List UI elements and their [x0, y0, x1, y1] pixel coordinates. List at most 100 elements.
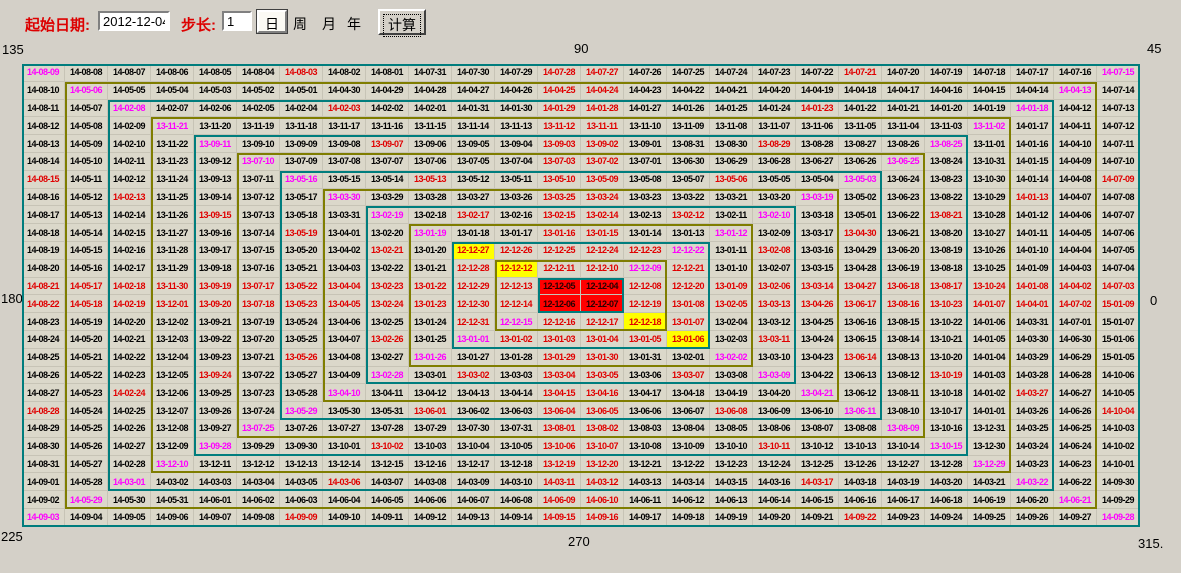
grid-cell: 13-02-18 — [409, 206, 452, 224]
grid-cell: 13-05-12 — [452, 171, 495, 189]
grid-cell: 13-08-27 — [839, 135, 882, 153]
grid-cell: 14-05-06 — [65, 82, 108, 100]
grid-cell: 14-06-18 — [925, 491, 968, 509]
grid-cell: 12-12-23 — [624, 242, 667, 260]
grid-cell: 14-01-04 — [968, 349, 1011, 367]
grid-cell: 14-01-07 — [968, 295, 1011, 313]
grid-cell: 12-12-14 — [495, 295, 538, 313]
grid-cell: 14-07-27 — [581, 64, 624, 82]
grid-cell: 13-07-04 — [495, 153, 538, 171]
grid-cell: 14-03-21 — [968, 473, 1011, 491]
grid-cell: 13-11-16 — [366, 117, 409, 135]
grid-cell: 13-11-03 — [925, 117, 968, 135]
grid-cell: 13-01-04 — [581, 331, 624, 349]
grid-cell: 13-01-15 — [581, 224, 624, 242]
grid-cell: 14-03-19 — [882, 473, 925, 491]
grid-cell: 13-10-25 — [968, 260, 1011, 278]
grid-cell: 14-07-01 — [1054, 313, 1097, 331]
grid-cell: 14-01-24 — [753, 100, 796, 118]
grid-cell: 14-03-20 — [925, 473, 968, 491]
grid-cell: 14-01-15 — [1011, 153, 1054, 171]
grid-cell: 14-07-19 — [925, 64, 968, 82]
grid-cell: 12-12-17 — [581, 313, 624, 331]
grid-cell: 12-12-08 — [624, 278, 667, 296]
grid-cell: 12-12-31 — [452, 313, 495, 331]
grid-cell: 14-10-01 — [1097, 456, 1140, 474]
grid-cell: 14-02-10 — [108, 135, 151, 153]
start-date-input[interactable] — [98, 11, 170, 31]
unit-week-button[interactable]: 周 — [293, 14, 307, 34]
grid-cell: 13-02-25 — [366, 313, 409, 331]
grid-cell: 14-08-24 — [22, 331, 65, 349]
grid-cell: 13-09-16 — [194, 224, 237, 242]
grid-cell: 13-10-04 — [452, 438, 495, 456]
grid-cell: 13-09-26 — [194, 402, 237, 420]
grid-cell: 13-08-13 — [882, 349, 925, 367]
grid-cell: 14-02-17 — [108, 260, 151, 278]
grid-cell: 14-06-16 — [839, 491, 882, 509]
grid-cell: 13-12-14 — [323, 456, 366, 474]
grid-cell: 14-01-23 — [796, 100, 839, 118]
grid-cell: 14-02-18 — [108, 278, 151, 296]
grid-cell: 13-09-06 — [409, 135, 452, 153]
grid-cell: 14-01-29 — [538, 100, 581, 118]
grid-cell: 14-02-19 — [108, 295, 151, 313]
grid-cell: 13-10-10 — [710, 438, 753, 456]
grid-cell: 13-09-24 — [194, 367, 237, 385]
grid-cell: 14-06-28 — [1054, 367, 1097, 385]
grid-cell: 12-12-12 — [495, 260, 538, 278]
grid-cell: 13-03-10 — [753, 349, 796, 367]
grid-cell: 13-09-18 — [194, 260, 237, 278]
grid-cell: 13-04-13 — [452, 384, 495, 402]
grid-cell: 13-06-18 — [882, 278, 925, 296]
grid-cell: 13-03-01 — [409, 367, 452, 385]
grid-cell: 14-08-15 — [22, 171, 65, 189]
grid-cell: 14-06-01 — [194, 491, 237, 509]
grid-cell: 14-05-17 — [65, 278, 108, 296]
grid-cell: 13-11-25 — [151, 189, 194, 207]
grid-cell: 14-07-09 — [1097, 171, 1140, 189]
grid-cell: 13-09-13 — [194, 171, 237, 189]
grid-cell: 13-04-27 — [839, 278, 882, 296]
grid-cell: 14-10-04 — [1097, 402, 1140, 420]
grid-cell: 14-03-31 — [1011, 313, 1054, 331]
grid-cell: 13-10-18 — [925, 384, 968, 402]
grid-cell: 14-09-01 — [22, 473, 65, 491]
grid-cell: 13-10-28 — [968, 206, 1011, 224]
grid-cell: 13-01-20 — [409, 242, 452, 260]
grid-cell: 13-05-19 — [280, 224, 323, 242]
grid-cell: 13-03-02 — [452, 367, 495, 385]
grid-cell: 13-03-24 — [581, 189, 624, 207]
grid-cell: 13-03-17 — [796, 224, 839, 242]
grid-cell: 14-03-25 — [1011, 420, 1054, 438]
grid-cell: 14-05-15 — [65, 242, 108, 260]
unit-month-button[interactable]: 月 — [322, 14, 336, 34]
grid-cell: 14-01-20 — [925, 100, 968, 118]
grid-cell: 13-12-21 — [624, 456, 667, 474]
grid-cell: 13-03-19 — [796, 189, 839, 207]
unit-year-button[interactable]: 年 — [347, 14, 361, 34]
grid-cell: 13-11-30 — [151, 278, 194, 296]
grid-cell: 14-06-15 — [796, 491, 839, 509]
grid-cell: 13-09-22 — [194, 331, 237, 349]
grid-cell: 14-07-15 — [1097, 64, 1140, 82]
grid-cell: 13-01-30 — [581, 349, 624, 367]
grid-cell: 14-05-09 — [65, 135, 108, 153]
grid-cell: 14-09-14 — [495, 509, 538, 527]
calculate-button[interactable]: 计算 — [378, 9, 426, 35]
step-input[interactable] — [222, 11, 252, 31]
grid-cell: 13-04-03 — [323, 260, 366, 278]
grid-cell: 13-07-18 — [237, 295, 280, 313]
unit-day-button[interactable]: 日 — [257, 10, 287, 33]
grid-cell: 13-12-16 — [409, 456, 452, 474]
grid-cell: 13-06-21 — [882, 224, 925, 242]
grid-cell: 14-03-01 — [108, 473, 151, 491]
grid-cell: 12-12-26 — [495, 242, 538, 260]
grid-cell: 13-09-02 — [581, 135, 624, 153]
grid-cell: 14-09-18 — [667, 509, 710, 527]
grid-cell: 14-06-14 — [753, 491, 796, 509]
grid-cell: 14-05-14 — [65, 224, 108, 242]
grid-cell: 13-03-20 — [753, 189, 796, 207]
grid-cell: 13-01-02 — [495, 331, 538, 349]
grid-cell: 14-01-21 — [882, 100, 925, 118]
